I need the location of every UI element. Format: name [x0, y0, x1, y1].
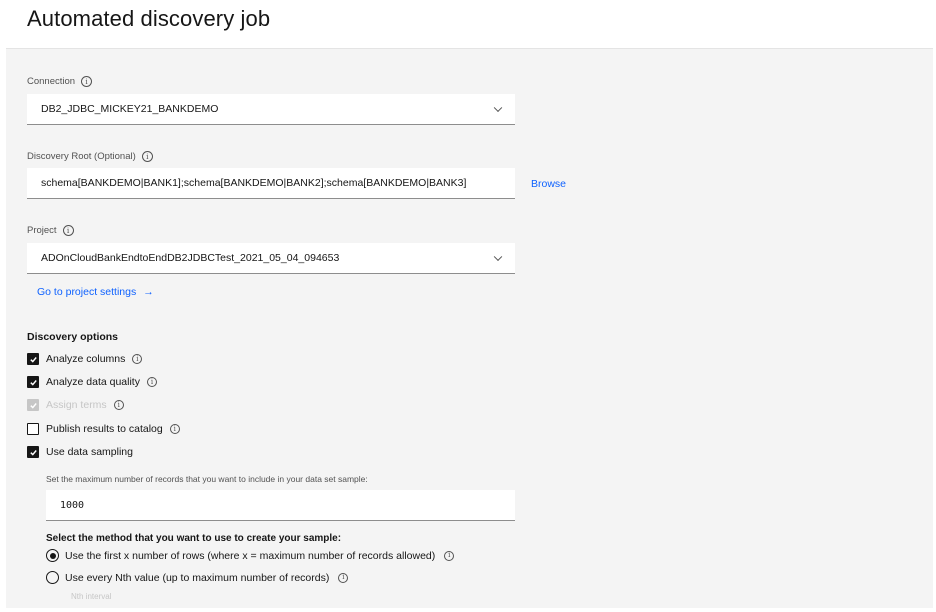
checkbox-checked[interactable]: [27, 376, 39, 388]
method-every-nth[interactable]: Use every Nth value (up to maximum numbe…: [46, 571, 349, 584]
project-settings-link[interactable]: Go to project settings →: [37, 286, 154, 298]
chevron-down-icon: [493, 252, 503, 262]
method-label: Use the first x number of rows (where x …: [65, 549, 436, 562]
option-analyze-data-quality[interactable]: Analyze data quality i: [27, 376, 157, 388]
project-select[interactable]: ADOnCloudBankEndtoEndDB2JDBCTest_2021_05…: [27, 243, 515, 274]
connection-label-text: Connection: [27, 76, 76, 87]
radio-dot: [49, 552, 56, 559]
option-analyze-columns[interactable]: Analyze columns i: [27, 353, 143, 365]
discovery-root-label-text: Discovery Root (Optional): [27, 151, 136, 162]
radio-unselected[interactable]: [46, 571, 59, 584]
option-use-data-sampling[interactable]: Use data sampling: [27, 446, 133, 458]
discovery-job-form: [6, 48, 933, 608]
arrow-right-icon: →: [143, 286, 154, 298]
max-records-input[interactable]: 1000: [46, 490, 515, 521]
checkmark-icon: [29, 379, 37, 386]
info-icon[interactable]: i: [132, 354, 143, 364]
page-title: Automated discovery job: [27, 6, 271, 31]
option-label: Assign terms: [46, 399, 107, 411]
chevron-down-icon: [493, 103, 503, 113]
project-settings-label: Go to project settings: [37, 286, 137, 298]
connection-label: Connection i: [27, 76, 93, 87]
sample-method-title: Select the method that you want to use t…: [46, 533, 342, 544]
option-label: Analyze columns: [46, 353, 126, 365]
project-label-text: Project: [27, 225, 57, 236]
option-label: Use data sampling: [46, 446, 133, 458]
info-icon[interactable]: i: [338, 572, 349, 583]
checkbox-checked[interactable]: [27, 353, 39, 365]
checkmark-icon: [29, 356, 37, 363]
info-icon[interactable]: i: [113, 400, 124, 410]
nth-interval-label: Nth interval: [71, 592, 112, 601]
radio-selected[interactable]: [46, 549, 59, 562]
max-records-label: Set the maximum number of records that y…: [46, 474, 368, 484]
project-label: Project i: [27, 225, 74, 236]
discovery-root-input[interactable]: schema[BANKDEMO|BANK1];schema[BANKDEMO|B…: [27, 168, 515, 199]
info-icon[interactable]: i: [81, 76, 93, 87]
max-records-value: 1000: [60, 499, 85, 511]
discovery-root-label: Discovery Root (Optional) i: [27, 151, 153, 162]
checkbox-unchecked[interactable]: [27, 423, 39, 435]
browse-link[interactable]: Browse: [531, 178, 566, 190]
connection-select[interactable]: DB2_JDBC_MICKEY21_BANKDEMO: [27, 94, 515, 125]
checkmark-icon: [29, 449, 37, 456]
option-label: Publish results to catalog: [46, 423, 163, 435]
method-label: Use every Nth value (up to maximum numbe…: [65, 571, 330, 584]
method-first-rows[interactable]: Use the first x number of rows (where x …: [46, 549, 455, 562]
option-publish-results[interactable]: Publish results to catalog i: [27, 423, 180, 435]
info-icon[interactable]: i: [141, 151, 153, 162]
project-value: ADOnCloudBankEndtoEndDB2JDBCTest_2021_05…: [41, 252, 340, 264]
info-icon[interactable]: i: [62, 225, 74, 236]
info-icon[interactable]: i: [444, 550, 455, 561]
connection-value: DB2_JDBC_MICKEY21_BANKDEMO: [41, 103, 219, 115]
discovery-root-value: schema[BANKDEMO|BANK1];schema[BANKDEMO|B…: [41, 177, 467, 189]
info-icon[interactable]: i: [169, 424, 180, 434]
checkbox-disabled-checked: [27, 399, 39, 411]
checkmark-icon: [29, 402, 37, 409]
option-label: Analyze data quality: [46, 376, 140, 388]
option-assign-terms: Assign terms i: [27, 399, 124, 411]
discovery-options-title: Discovery options: [27, 331, 119, 343]
checkbox-checked[interactable]: [27, 446, 39, 458]
info-icon[interactable]: i: [146, 377, 157, 387]
